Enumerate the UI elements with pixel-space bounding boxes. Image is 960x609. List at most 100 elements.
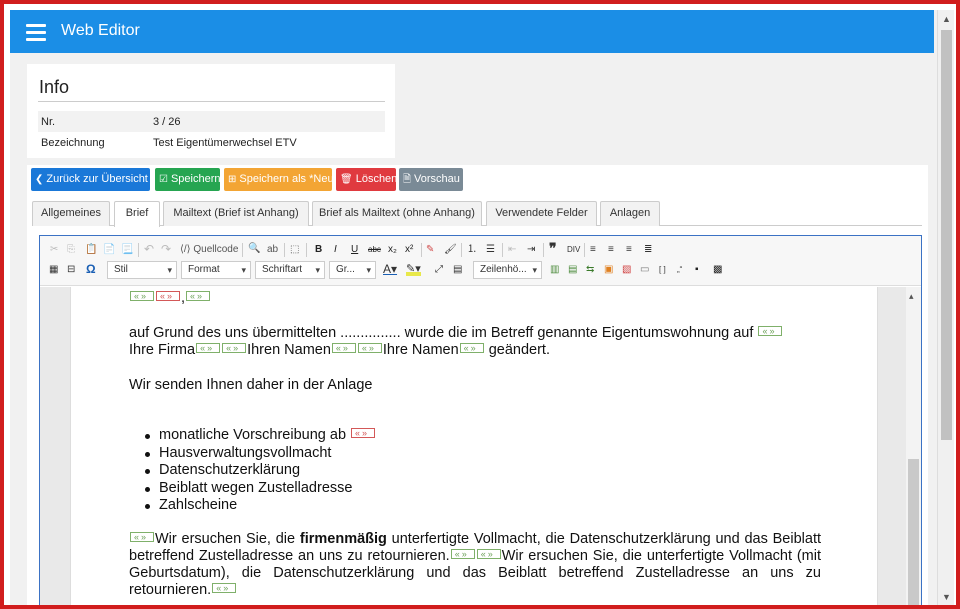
preview-button[interactable]: 🗎 Vorschau: [399, 168, 463, 191]
field-link-icon[interactable]: ⇆: [586, 263, 594, 277]
paragraph: Wir ersuchen Sie, die firmenmäßig unterf…: [129, 529, 821, 599]
outdent-icon[interactable]: ⇤: [508, 243, 516, 257]
field-placeholder[interactable]: [130, 288, 154, 305]
field-placeholder[interactable]: [357, 340, 382, 357]
field-placeholder[interactable]: [130, 529, 154, 546]
paste-word-icon[interactable]: 📃: [121, 243, 133, 257]
back-button[interactable]: ❮ Zurück zur Übersicht: [31, 168, 150, 191]
horizontal-line-icon[interactable]: ⊟: [67, 263, 75, 277]
quote-marks-icon[interactable]: „“: [677, 263, 682, 277]
page-scrollbar-thumb[interactable]: [941, 30, 952, 440]
field-placeholder[interactable]: [331, 340, 356, 357]
field-placeholder[interactable]: [196, 340, 221, 357]
numbered-list-icon[interactable]: ⒈: [467, 243, 477, 257]
cut-icon[interactable]: ✂: [50, 243, 58, 257]
field-placeholder[interactable]: [476, 546, 501, 563]
table-icon[interactable]: ▦: [49, 263, 58, 277]
save-button[interactable]: ☑ Speichern: [155, 168, 221, 191]
copy-format-icon[interactable]: 🖌: [444, 243, 457, 257]
editor-content[interactable]: , auf Grund des uns übermittelten ......…: [40, 287, 921, 605]
show-blocks-icon[interactable]: ▤: [453, 263, 462, 277]
align-left-icon[interactable]: ≡: [590, 243, 596, 257]
pdf-icon: 🗎: [403, 174, 412, 185]
align-justify-icon[interactable]: ≣: [644, 243, 652, 257]
info-label: Bezeichnung: [41, 137, 105, 149]
background-color-icon[interactable]: ✎▾: [406, 262, 421, 276]
field-placeholder[interactable]: [450, 546, 475, 563]
superscript-icon[interactable]: x²: [405, 243, 413, 257]
paste-text-icon[interactable]: 📄: [103, 243, 115, 257]
document-page[interactable]: , auf Grund des uns übermittelten ......…: [70, 287, 878, 605]
maximize-icon[interactable]: ⤢: [435, 263, 443, 277]
divider: [138, 243, 139, 257]
field-placeholder[interactable]: [186, 288, 211, 305]
menu-icon[interactable]: [26, 24, 46, 41]
preview-label: Vorschau: [414, 173, 460, 185]
align-right-icon[interactable]: ≡: [626, 243, 632, 257]
image-icon[interactable]: ▪: [695, 263, 699, 277]
field-placeholder[interactable]: [156, 288, 180, 305]
tab-mailtext[interactable]: Mailtext (Brief ist Anhang): [163, 201, 309, 226]
gallery-icon[interactable]: ▩: [713, 263, 722, 277]
tab-anlagen[interactable]: Anlagen: [600, 201, 660, 226]
indent-icon[interactable]: ⇥: [527, 243, 535, 257]
delete-button[interactable]: 🗑 Löschen: [336, 168, 397, 191]
chevron-left-icon: ❮: [35, 174, 44, 185]
format-select[interactable]: Format: [181, 261, 251, 279]
paragraph-text: Wir ersuchen Sie, die: [155, 531, 300, 547]
rich-text-editor[interactable]: ✂ ⎘ 📋 📄 📃 ↶ ↷ ⟨/⟩ Quellcode 🔍 ab ⬚ B I U…: [39, 235, 922, 605]
tab-brief[interactable]: Brief: [114, 201, 160, 227]
field-placeholder[interactable]: [459, 340, 484, 357]
scroll-up-icon[interactable]: ▴: [909, 291, 914, 302]
line-height-select[interactable]: Zeilenhö...: [473, 261, 542, 279]
insert-document-icon[interactable]: ▧: [622, 263, 631, 277]
info-row-bezeichnung: Bezeichnung Test Eigentümerwechsel ETV: [38, 132, 385, 153]
paragraph-text: Ihren Namen: [247, 342, 331, 358]
remove-format-icon[interactable]: ✎: [426, 243, 434, 257]
field-placeholder[interactable]: [351, 425, 376, 443]
copy-icon[interactable]: ⎘: [67, 243, 75, 257]
info-title: Info: [39, 77, 70, 97]
select-all-icon[interactable]: ⬚: [290, 243, 299, 257]
field-placeholder[interactable]: [758, 323, 783, 340]
list-item-text: monatliche Vorschreibung ab: [159, 427, 347, 443]
style-select[interactable]: Stil: [107, 261, 177, 279]
blockquote-icon[interactable]: ❞: [549, 241, 557, 255]
tab-allgemeines[interactable]: Allgemeines: [32, 201, 110, 226]
font-size-select[interactable]: Gr...: [329, 261, 376, 279]
find-icon[interactable]: 🔍: [248, 242, 260, 256]
info-label: Nr.: [41, 116, 56, 128]
info-card: Info Nr. 3 / 26 Bezeichnung Test Eigentü…: [27, 64, 395, 158]
font-select[interactable]: Schriftart: [255, 261, 325, 279]
scroll-down-icon[interactable]: ▼: [942, 592, 951, 602]
div-container-icon[interactable]: DIV: [567, 243, 580, 257]
align-center-icon[interactable]: ≡: [608, 243, 614, 257]
field-placeholder[interactable]: [212, 580, 237, 597]
field-insert-icon[interactable]: ▥: [550, 263, 559, 277]
scroll-up-icon[interactable]: ▲: [942, 14, 951, 24]
special-character-icon[interactable]: Ω: [86, 262, 96, 276]
replace-icon[interactable]: ab: [267, 243, 278, 257]
subscript-icon[interactable]: x₂: [388, 243, 397, 257]
tab-brief-als-mailtext[interactable]: Brief als Mailtext (ohne Anhang): [312, 201, 482, 226]
field-placeholder[interactable]: [222, 340, 247, 357]
redo-icon[interactable]: ↷: [161, 242, 171, 256]
text-color-icon[interactable]: A▾: [383, 262, 397, 276]
bracket-icon[interactable]: [ ]: [659, 263, 666, 277]
paste-icon[interactable]: 📋: [85, 243, 97, 257]
source-button[interactable]: ⟨/⟩ Quellcode: [180, 243, 238, 257]
insert-image-icon[interactable]: ▣: [604, 263, 613, 277]
italic-icon[interactable]: I: [334, 243, 337, 257]
bold-icon[interactable]: B: [315, 243, 322, 257]
editor-scrollbar[interactable]: ▴: [906, 287, 921, 605]
tab-verwendete-felder[interactable]: Verwendete Felder: [486, 201, 597, 226]
undo-icon[interactable]: ↶: [144, 242, 154, 256]
editor-scrollbar-thumb[interactable]: [908, 459, 919, 605]
save-as-new-button[interactable]: ⊞ Speichern als *Neu: [224, 168, 334, 191]
field-list-icon[interactable]: ▤: [568, 263, 577, 277]
bulleted-list-icon[interactable]: ☰: [486, 243, 495, 257]
page-scrollbar[interactable]: ▲ ▼: [937, 10, 954, 605]
strikethrough-icon[interactable]: abc: [368, 243, 381, 257]
page-break-icon[interactable]: ▭: [640, 263, 649, 277]
underline-icon[interactable]: U: [351, 243, 358, 257]
